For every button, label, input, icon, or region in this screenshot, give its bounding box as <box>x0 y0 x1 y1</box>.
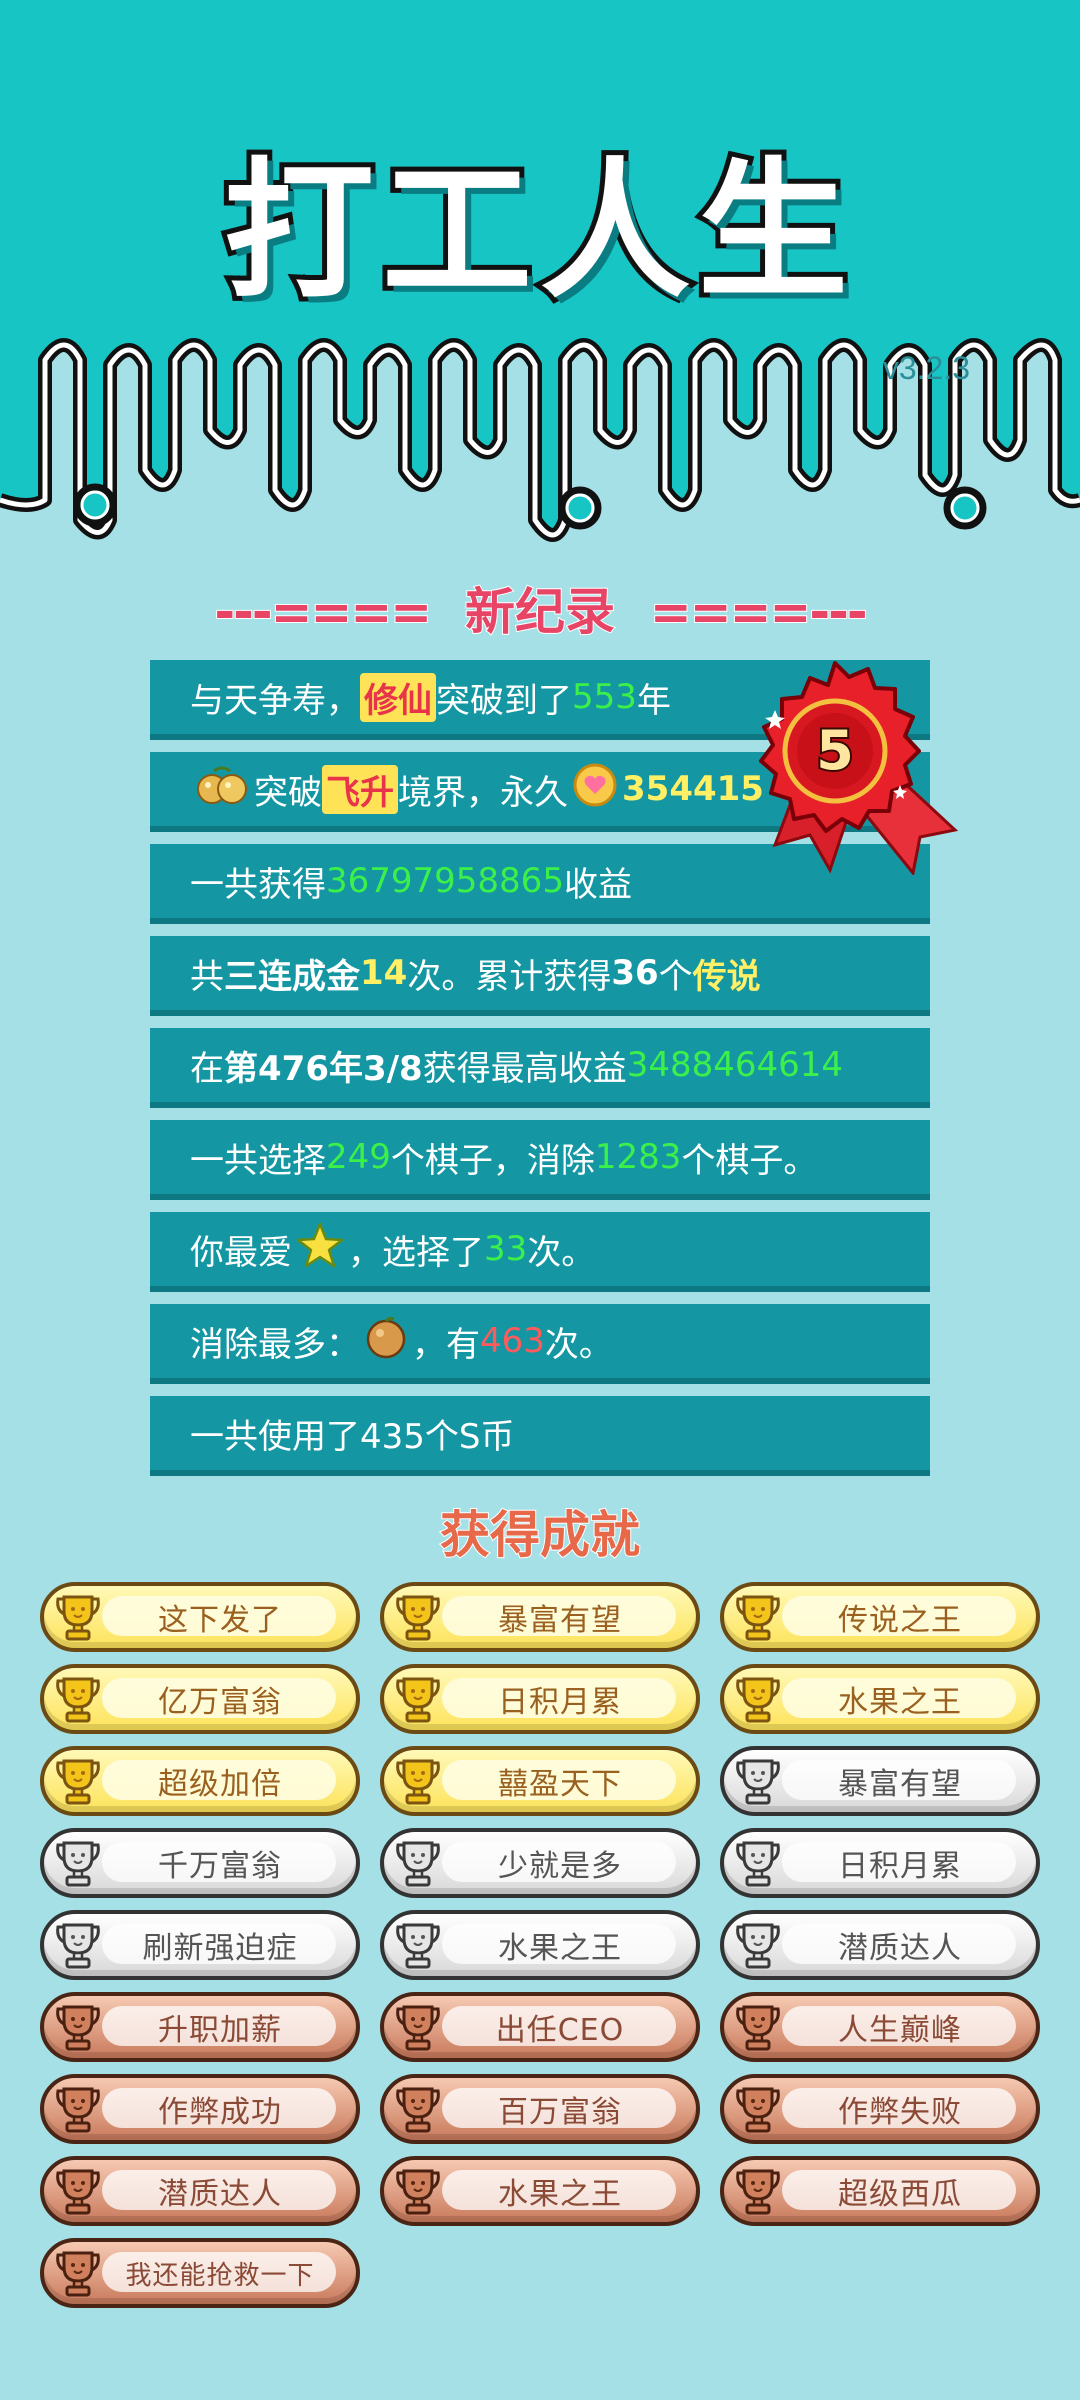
record-title: 新纪录 <box>464 582 616 642</box>
achievement-badge[interactable]: 亿万富翁 <box>40 1664 360 1734</box>
achievement-badge[interactable]: 潜质达人 <box>40 2156 360 2226</box>
achievement-badge[interactable]: 传说之王 <box>720 1582 1040 1652</box>
stat-row-favorite: 你最爱 ，选择了 33 次。 <box>150 1212 930 1292</box>
achievement-label: 日积月累 <box>498 1685 622 1720</box>
award-rosette-icon: 5 <box>735 655 965 879</box>
achievement-label: 作弊失败 <box>838 2095 962 2130</box>
stat-row-triple-gold: 共三连成金 14 次。累计获得 36 个传说 <box>150 936 930 1016</box>
achievement-badge[interactable]: 暴富有望 <box>380 1582 700 1652</box>
new-record-banner: ---==== 新纪录 ====--- <box>0 572 1080 644</box>
stat-row-most-eliminated: 消除最多： ，有 463 次。 <box>150 1304 930 1384</box>
achievement-badge[interactable]: 百万富翁 <box>380 2074 700 2144</box>
orange-fruit-icon <box>364 1315 408 1368</box>
most-eliminated-value: 463 <box>480 1321 545 1361</box>
stat-row-best-income: 在 第476年3/8 获得最高收益 3488464614 <box>150 1028 930 1108</box>
achievement-badge[interactable]: 作弊失败 <box>720 2074 1040 2144</box>
achievement-label: 囍盈天下 <box>498 1767 622 1802</box>
achievement-badge[interactable]: 千万富翁 <box>40 1828 360 1898</box>
achievement-label: 刷新强迫症 <box>142 1931 298 1966</box>
triple-count-value: 14 <box>360 953 408 993</box>
achievement-badge[interactable]: 刷新强迫症 <box>40 1910 360 1980</box>
achievement-label: 暴富有望 <box>838 1767 962 1802</box>
longan-fruit-icon <box>194 765 250 814</box>
achievements-grid: 这下发了 暴富有望 传说之王 亿万富翁 日积月累 水果之王 超级加倍 囍盈天下 暴富有望 千万富翁… <box>40 1582 1050 2308</box>
version-label: v3.2.3 <box>882 350 970 386</box>
achievement-label: 我还能抢救一下 <box>125 2260 315 2291</box>
achievement-badge[interactable]: 潜质达人 <box>720 1910 1040 1980</box>
achievements-title: 获得成就 <box>439 1505 641 1565</box>
legend-count-value: 36 <box>611 953 659 993</box>
achievement-label: 这下发了 <box>158 1603 282 1638</box>
achievement-label: 千万富翁 <box>158 1849 282 1884</box>
eliminated-count-value: 1283 <box>594 1137 682 1177</box>
achievement-label: 人生巅峰 <box>838 2013 962 2048</box>
achievement-label: 日积月累 <box>838 1849 962 1884</box>
achievement-label: 超级西瓜 <box>838 2177 962 2212</box>
header: 打工人生 v3.2.3 <box>0 0 1080 560</box>
achievement-badge[interactable]: 出任CEO <box>380 1992 700 2062</box>
achievement-badge[interactable]: 这下发了 <box>40 1582 360 1652</box>
achievement-label: 传说之王 <box>838 1603 962 1638</box>
achievement-label: 超级加倍 <box>158 1767 282 1802</box>
game-title: 打工人生 <box>219 140 856 324</box>
achievement-badge[interactable]: 超级西瓜 <box>720 2156 1040 2226</box>
years-value: 553 <box>572 677 637 717</box>
achievement-badge[interactable]: 人生巅峰 <box>720 1992 1040 2062</box>
achievement-badge[interactable]: 超级加倍 <box>40 1746 360 1816</box>
achievement-badge[interactable]: 水果之王 <box>720 1664 1040 1734</box>
heart-coin-icon <box>572 762 618 817</box>
stat-row-coins: 一共使用了435个S币 <box>150 1396 930 1476</box>
achievement-badge[interactable]: 升职加薪 <box>40 1992 360 2062</box>
cultivation-highlight: 修仙 <box>360 672 436 722</box>
achievement-label: 潜质达人 <box>838 1931 962 1966</box>
achievement-badge[interactable]: 水果之王 <box>380 1910 700 1980</box>
achievement-label: 百万富翁 <box>498 2095 622 2130</box>
stat-row-pieces: 一共选择 249 个棋子，消除 1283 个棋子。 <box>150 1120 930 1200</box>
best-income-value: 3488464614 <box>626 1045 844 1085</box>
achievement-label: 升职加薪 <box>158 2013 282 2048</box>
achievement-label: 水果之王 <box>498 1931 622 1966</box>
achievement-badge[interactable]: 暴富有望 <box>720 1746 1040 1816</box>
achievement-badge[interactable]: 囍盈天下 <box>380 1746 700 1816</box>
star-icon <box>296 1222 344 1277</box>
achievement-badge[interactable]: 少就是多 <box>380 1828 700 1898</box>
best-date: 第476年3/8 <box>224 1048 423 1089</box>
achievement-label: 水果之王 <box>838 1685 962 1720</box>
achievement-label: 暴富有望 <box>498 1603 622 1638</box>
legend-label: 传说 <box>692 956 761 997</box>
achievement-badge[interactable]: 作弊成功 <box>40 2074 360 2144</box>
record-right-dashes: ====--- <box>649 582 869 642</box>
achievement-badge[interactable]: 水果之王 <box>380 2156 700 2226</box>
achievement-badge[interactable]: 日积月累 <box>720 1828 1040 1898</box>
total-income-value: 36797958865 <box>326 861 564 901</box>
achievement-label: 水果之王 <box>498 2177 622 2212</box>
achievement-badge[interactable]: 日积月累 <box>380 1664 700 1734</box>
achievement-label: 少就是多 <box>498 1849 622 1884</box>
achievement-label: 亿万富翁 <box>158 1685 282 1720</box>
rank-number: 5 <box>816 719 854 782</box>
achievement-badge[interactable]: 我还能抢救一下 <box>40 2238 360 2308</box>
achievement-label: 作弊成功 <box>158 2095 282 2130</box>
ascension-highlight: 飞升 <box>322 764 398 814</box>
achievement-label: 出任CEO <box>495 2013 625 2048</box>
favorite-count-value: 33 <box>484 1229 528 1269</box>
selected-count-value: 249 <box>326 1137 391 1177</box>
achievement-label: 潜质达人 <box>158 2177 282 2212</box>
record-left-dashes: ---==== <box>213 582 433 642</box>
